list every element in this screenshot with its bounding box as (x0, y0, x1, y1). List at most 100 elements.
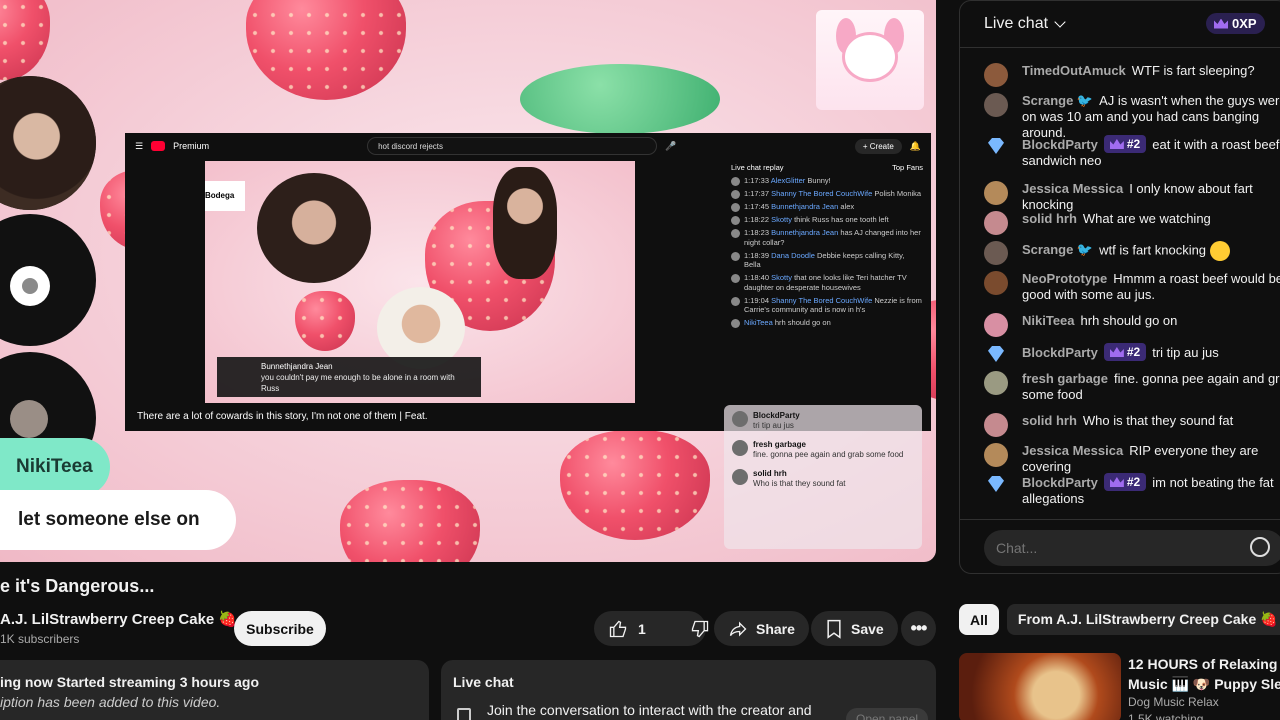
chat-avatar[interactable] (984, 313, 1008, 337)
recommended-video-views: 1.5K watching (1128, 712, 1204, 720)
embedded-create-button: + Create (854, 138, 902, 154)
chat-author[interactable]: Scrange 🐦 (1022, 242, 1093, 257)
chat-avatar[interactable] (984, 241, 1008, 265)
chat-avatar[interactable] (984, 413, 1008, 437)
share-label: Share (756, 620, 795, 637)
chat-author[interactable]: TimedOutAmuck (1022, 63, 1126, 78)
user-avatar-icon (10, 266, 50, 306)
subscribe-button[interactable]: Subscribe (234, 611, 326, 646)
chat-author[interactable]: NeoPrototype (1022, 271, 1107, 286)
emoji-icon[interactable] (1250, 537, 1270, 557)
chat-text: that one looks like Teri hatcher TV daug… (744, 273, 907, 292)
chat-text: Bunny! (807, 176, 831, 185)
video-player[interactable]: ☰ Premium hot discord rejects 🎤 + Create… (0, 0, 936, 562)
chat-author[interactable]: BlockdParty (1022, 137, 1098, 152)
more-actions-button[interactable]: ••• (901, 611, 936, 646)
chat-input[interactable] (984, 530, 1280, 566)
chat-avatar (731, 251, 740, 261)
xp-badge[interactable]: 0XP (1206, 13, 1265, 34)
chat-author: Shanny The Bored CouchWife (771, 295, 873, 305)
chip-from-channel[interactable]: From A.J. LilStrawberry Creep Cake 🍓 (1006, 604, 1280, 635)
chat-message[interactable]: Jessica Messica RIP everyone they are cov… (984, 443, 1280, 475)
chat-message[interactable]: BlockdParty #2 eat it with a roast beef sa… (984, 135, 1280, 169)
share-button[interactable]: Share (714, 611, 809, 646)
rec-title-line: Music 🎹 🐶 Puppy Sleep (1128, 676, 1280, 692)
open-panel-button[interactable]: Open panel (846, 708, 929, 720)
chat-time: 1:17:37 (744, 189, 770, 198)
channel-name[interactable]: A.J. LilStrawberry Creep Cake 🍓 (0, 610, 237, 628)
chat-message-body: TimedOutAmuck WTF is fart sleeping? (1022, 63, 1280, 79)
chat-author[interactable]: solid hrh (1022, 211, 1077, 226)
chat-message[interactable]: Jessica Messica I only know about fart kn… (984, 181, 1280, 213)
premium-label: Premium (173, 141, 210, 151)
chat-author[interactable]: Scrange 🐦 (1022, 93, 1093, 108)
embedded-chat-text: NikiTeea hrh should go on (744, 318, 831, 328)
youtube-logo-icon (151, 141, 166, 151)
overlay-chat-body: solid hrh Who is that they sound fat (753, 469, 846, 490)
chat-message[interactable]: fresh garbage fine. gonna pee again and g… (984, 371, 1280, 403)
chat-avatar[interactable] (984, 93, 1008, 117)
chat-message[interactable]: TimedOutAmuck WTF is fart sleeping? (984, 63, 1280, 87)
embedded-chat-text: 1:18:40 Skotty that one looks like Teri … (744, 273, 923, 293)
chat-avatar[interactable] (984, 443, 1008, 467)
chat-avatar (731, 274, 740, 283)
chat-message[interactable]: solid hrh What are we watching (984, 211, 1280, 235)
chat-author[interactable]: BlockdParty (1022, 345, 1098, 360)
thumbs-up-icon (609, 620, 627, 637)
chat-avatar[interactable] (984, 181, 1008, 205)
recommended-video-thumbnail[interactable] (959, 653, 1121, 720)
rank-badge-label: #2 (1126, 345, 1141, 359)
chat-message[interactable]: Scrange 🐦 AJ is wasn't when the guys were… (984, 93, 1280, 141)
chat-icon (457, 708, 471, 720)
live-chat-panel: Live chat 0XP TimedOutAmuck WTF is fart s… (959, 0, 1280, 574)
chat-message-body: Jessica Messica RIP everyone they are cov… (1022, 443, 1280, 475)
chat-text: fine. gonna pee again and grab some food (753, 450, 904, 460)
embedded-chat-text: 1:19:04 Shanny The Bored CouchWife Nezzi… (744, 296, 923, 316)
description-box[interactable]: ing now Started streaming 3 hours ago ip… (0, 660, 429, 720)
chat-author: solid hrh (753, 468, 787, 478)
chat-author: Dana Doodle (771, 250, 815, 260)
save-button[interactable]: Save (811, 611, 898, 646)
member-diamond-icon[interactable] (984, 343, 1008, 367)
chat-avatar (731, 203, 740, 212)
mic-icon: 🎤 (665, 140, 677, 151)
chat-author[interactable]: BlockdParty (1022, 475, 1098, 490)
chat-message-body: BlockdParty #2 tri tip au jus (1022, 343, 1280, 361)
embedded-webcam (257, 173, 371, 283)
chat-author[interactable]: Jessica Messica (1022, 443, 1123, 458)
chat-time: 1:18:23 (744, 228, 770, 237)
chat-message[interactable]: solid hrh Who is that they sound fat (984, 413, 1280, 437)
chat-avatar (731, 319, 740, 328)
chat-avatar[interactable] (984, 63, 1008, 87)
chat-avatar[interactable] (984, 371, 1008, 395)
chat-avatar[interactable] (984, 211, 1008, 235)
chat-author[interactable]: fresh garbage (1022, 371, 1108, 386)
chip-all[interactable]: All (959, 604, 999, 635)
chat-author: Bunnethjandra Jean (771, 202, 839, 211)
like-dislike-group: 1 (594, 611, 708, 646)
member-diamond-icon[interactable] (984, 135, 1008, 159)
chat-avatar[interactable] (984, 271, 1008, 295)
recommended-video-title[interactable]: 12 HOURS of Relaxing Pia Music 🎹 🐶 Puppy… (1128, 654, 1280, 694)
chat-message[interactable]: NeoPrototype Hmmm a roast beef would be g… (984, 271, 1280, 303)
chat-message-list[interactable]: TimedOutAmuck WTF is fart sleeping? Scrang… (960, 49, 1280, 519)
chevron-down-icon (1054, 16, 1066, 28)
chat-message-body: solid hrh Who is that they sound fat (1022, 413, 1280, 429)
chat-author[interactable]: Jessica Messica (1022, 181, 1123, 196)
chat-author[interactable]: solid hrh (1022, 413, 1077, 428)
chat-message[interactable]: NikiTeea hrh should go on (984, 313, 1280, 337)
chat-avatar (731, 190, 740, 199)
member-diamond-icon[interactable] (984, 473, 1008, 497)
chat-message[interactable]: BlockdParty #2 im not beating the fat alle… (984, 473, 1280, 507)
chat-author[interactable]: NikiTeea (1022, 313, 1075, 328)
chat-message[interactable]: Scrange 🐦 wtf is fart knocking (984, 241, 1280, 265)
like-button[interactable]: 1 (594, 611, 660, 646)
overlay-chat-message: BlockdParty tri tip au jus (732, 411, 914, 432)
embedded-chat-message: 1:18:39 Dana Doodle Debbie keeps calling… (731, 251, 923, 271)
chat-message[interactable]: BlockdParty #2 tri tip au jus (984, 343, 1280, 361)
xp-value: 0XP (1232, 16, 1257, 31)
bell-icon: 🔔 (909, 140, 921, 151)
overlay-chat-body: BlockdParty tri tip au jus (753, 411, 800, 432)
embedded-chat-text: 1:18:39 Dana Doodle Debbie keeps calling… (744, 251, 923, 271)
crown-icon (1109, 477, 1124, 487)
